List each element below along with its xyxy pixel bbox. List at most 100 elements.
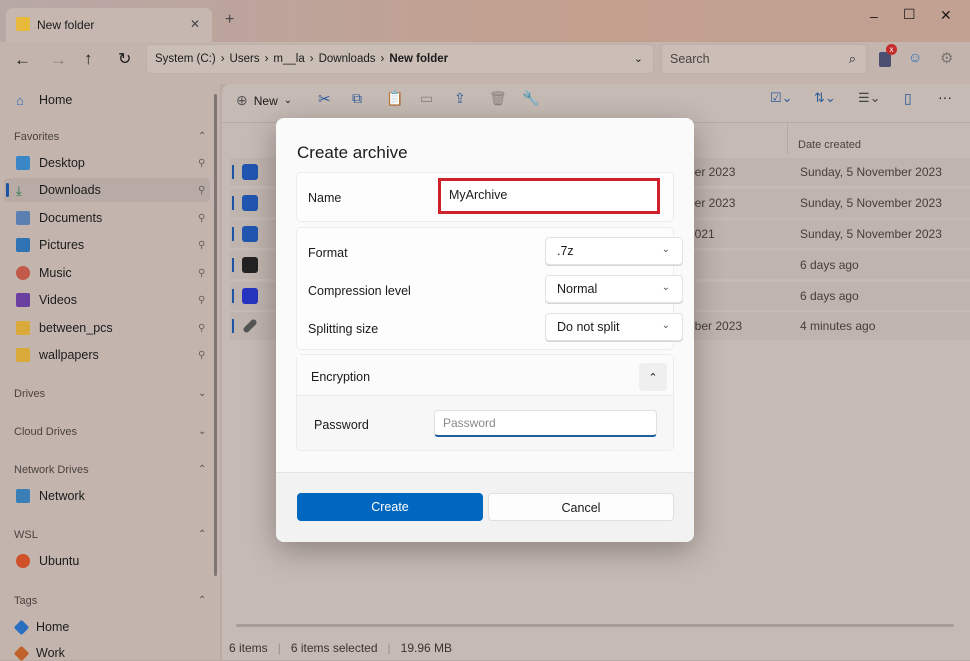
section-wsl[interactable]: WSL (14, 529, 38, 541)
chevron-up-icon[interactable]: ⌃ (198, 529, 206, 540)
breadcrumb-user[interactable]: m__la (273, 53, 304, 65)
sidebar-item-label: Home (39, 93, 73, 107)
address-bar[interactable]: System (C:) › Users › m__la › Downloads › Ne… (146, 44, 654, 74)
sidebar-item-downloads[interactable]: ⤓ Downloads (16, 183, 101, 198)
sidebar-item-desktop[interactable]: Desktop (16, 156, 85, 170)
format-dropdown[interactable]: .7z ⌄ (545, 237, 683, 265)
breadcrumb-system[interactable]: System (C:) (155, 53, 216, 65)
tab-new-folder[interactable]: New folder ✕ (6, 8, 212, 42)
view-icon[interactable]: ☰⌄ (858, 90, 881, 106)
column-header-date-created[interactable]: Date created (798, 139, 861, 151)
chevron-down-icon[interactable]: ⌄ (634, 52, 643, 65)
forward-icon[interactable]: → (50, 50, 67, 70)
sort-icon[interactable]: ⇅⌄ (814, 90, 836, 106)
pin-icon[interactable]: ⚲ (198, 268, 205, 279)
sidebar-scrollbar[interactable] (214, 94, 217, 576)
new-button[interactable]: ⊕ New ⌄ (236, 92, 292, 109)
sidebar-item-music[interactable]: Music (16, 266, 72, 280)
sidebar-item-documents[interactable]: Documents (16, 211, 102, 225)
horizontal-scrollbar[interactable] (236, 624, 954, 627)
feedback-icon[interactable]: ☺ (908, 49, 922, 65)
folder-icon (16, 321, 30, 335)
minimize-button[interactable]: – (870, 8, 878, 24)
title-bar: New folder ✕ + – ☐ ✕ (0, 0, 970, 42)
close-tab-button[interactable]: ✕ (190, 17, 200, 31)
sidebar-item-wallpapers[interactable]: wallpapers (16, 348, 99, 362)
sidebar-item-tag-work[interactable]: Work (13, 645, 65, 661)
date-modified: ber 2023 (688, 165, 736, 179)
chevron-up-icon[interactable]: ⌃ (198, 595, 206, 606)
more-options-button[interactable]: ··· (938, 89, 952, 105)
pin-icon[interactable]: ⚲ (198, 350, 205, 361)
sidebar-item-label: Pictures (39, 238, 85, 252)
share-icon[interactable]: ⇪ (454, 90, 466, 107)
name-input[interactable]: MyArchive (438, 178, 660, 214)
refresh-icon[interactable]: ↻ (118, 49, 131, 69)
password-input[interactable]: Password (434, 410, 657, 437)
sidebar-item-label: Downloads (39, 183, 101, 197)
select-icon[interactable]: ☑⌄ (770, 90, 793, 106)
pin-icon[interactable]: ⚲ (198, 295, 205, 306)
pin-icon[interactable]: ⚲ (198, 213, 205, 224)
section-cloud-drives[interactable]: Cloud Drives (14, 426, 77, 438)
pin-icon[interactable]: ⚲ (198, 323, 205, 334)
pin-icon[interactable]: ⚲ (198, 158, 205, 169)
compression-dropdown[interactable]: Normal ⌄ (545, 275, 683, 303)
chevron-up-icon[interactable]: ⌃ (198, 464, 206, 475)
chevron-down-icon[interactable]: ⌄ (198, 426, 206, 437)
maximize-button[interactable]: ☐ (903, 6, 916, 23)
sidebar-item-ubuntu[interactable]: Ubuntu (16, 554, 79, 568)
new-tab-button[interactable]: + (225, 11, 234, 29)
sidebar-item-label: Documents (39, 211, 103, 225)
pin-icon[interactable]: ⚲ (198, 185, 205, 196)
close-window-button[interactable]: ✕ (940, 7, 952, 24)
chevron-down-icon[interactable]: ⌄ (198, 388, 206, 399)
sidebar-item-pictures[interactable]: Pictures (16, 238, 84, 252)
splitting-label: Splitting size (308, 322, 379, 336)
encryption-header[interactable]: Encryption ⌃ (297, 355, 673, 396)
date-created: Sunday, 5 November 2023 (800, 227, 942, 241)
section-favorites[interactable]: Favorites (14, 131, 59, 143)
details-pane-icon[interactable]: ▯ (904, 90, 912, 107)
breadcrumb-downloads[interactable]: Downloads (319, 53, 376, 65)
properties-icon[interactable]: 🔧 (522, 90, 539, 107)
sidebar-item-tag-home[interactable]: Home (13, 619, 69, 635)
password-placeholder: Password (443, 416, 496, 430)
format-label: Format (308, 246, 348, 260)
chevron-up-icon[interactable]: ⌃ (198, 131, 206, 142)
name-label: Name (308, 191, 342, 205)
gear-icon[interactable]: ⚙ (940, 49, 953, 67)
sidebar-item-network[interactable]: Network (16, 489, 85, 503)
copy-icon[interactable]: ⧉ (352, 90, 362, 107)
encryption-label: Encryption (311, 370, 371, 384)
breadcrumb-separator: › (220, 53, 225, 65)
up-icon[interactable]: ↑ (84, 49, 93, 69)
new-label: New (253, 93, 278, 108)
sidebar-item-videos[interactable]: Videos (16, 293, 77, 307)
file-icon (242, 288, 258, 304)
download-icon: ⤓ (16, 183, 22, 198)
sidebar-item-home[interactable]: ⌂ Home (16, 93, 73, 108)
sidebar-item-between-pcs[interactable]: between_pcs (16, 321, 113, 335)
date-created: Sunday, 5 November 2023 (800, 165, 942, 179)
delete-icon[interactable]: 🗑 (489, 90, 507, 107)
dialog-title: Create archive (297, 143, 408, 162)
breadcrumb-separator: › (380, 53, 385, 65)
section-tags[interactable]: Tags (14, 595, 37, 607)
cancel-button[interactable]: Cancel (488, 493, 674, 521)
section-drives[interactable]: Drives (14, 388, 45, 400)
section-network-drives[interactable]: Network Drives (14, 464, 89, 476)
paste-icon[interactable]: 📋 (386, 90, 403, 107)
selected-size: 19.96 MB (400, 641, 453, 655)
breadcrumb-new-folder[interactable]: New folder (389, 53, 448, 65)
pin-icon[interactable]: ⚲ (198, 240, 205, 251)
back-icon[interactable]: ← (14, 50, 31, 70)
splitting-dropdown[interactable]: Do not split ⌄ (545, 313, 683, 341)
date-created: 4 minutes ago (800, 319, 876, 333)
rename-icon[interactable]: ▭ (420, 90, 433, 107)
search-input[interactable]: Search ⌕ (661, 44, 867, 74)
create-button[interactable]: Create (297, 493, 483, 521)
cut-icon[interactable]: ✂ (318, 90, 331, 108)
breadcrumb-users[interactable]: Users (230, 53, 260, 65)
chevron-up-icon[interactable]: ⌃ (639, 363, 667, 391)
